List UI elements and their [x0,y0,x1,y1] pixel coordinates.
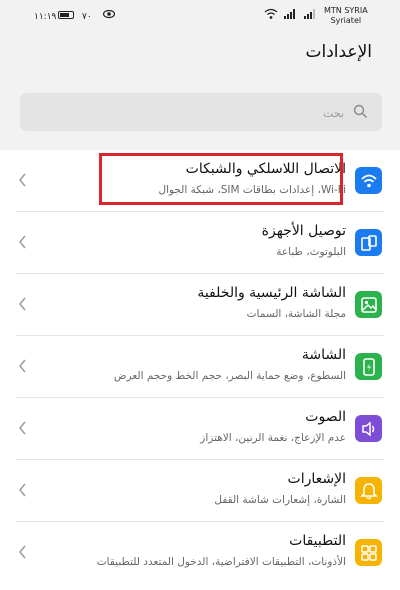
settings-item-subtitle: البلوتوث، طباعة [276,246,346,258]
bell-icon [355,477,382,504]
search-input[interactable] [42,102,346,124]
chevron-left-icon [18,420,27,439]
battery-percent: ٧٠ [82,12,92,22]
settings-item-subtitle: عدم الإزعاج، نغمة الرنين، الاهتزاز [200,432,346,444]
status-time: ١١:١٩ [34,12,57,22]
settings-item-subtitle: مجلة الشاشة، السمات [246,308,346,320]
wifi-icon [355,167,382,194]
sound-icon [355,415,382,442]
chevron-left-icon [18,234,27,253]
wallpaper-icon [355,291,382,318]
settings-item-subtitle: الأذونات، التطبيقات الافتراضية، الدخول ا… [96,556,346,568]
settings-item-display[interactable]: الشاشة السطوع، وضع حماية البصر، حجم الخط… [0,336,400,398]
settings-item-subtitle: الشارة، إشعارات شاشة القفل [214,494,346,506]
settings-item-title: الصوت [305,409,346,425]
eye-comfort-icon [102,9,116,22]
device-connection-icon [355,229,382,256]
settings-item-title: الإشعارات [287,471,346,487]
settings-list: الاتصال اللاسلكي والشبكات Wi-Fi، إعدادات… [0,150,400,590]
apps-icon [355,539,382,566]
settings-item-title: الشاشة الرئيسية والخلفية [197,285,346,301]
chevron-left-icon [18,482,27,501]
page-title: الإعدادات [305,42,372,62]
carrier-name-secondary: Syriatel [330,16,362,25]
settings-item-notifications[interactable]: الإشعارات الشارة، إشعارات شاشة القفل [0,460,400,522]
settings-item-wireless-networks[interactable]: الاتصال اللاسلكي والشبكات Wi-Fi، إعدادات… [0,150,400,212]
settings-item-title: الشاشة [301,347,346,363]
settings-item-sound[interactable]: الصوت عدم الإزعاج، نغمة الرنين، الاهتزاز [0,398,400,460]
display-icon [355,353,382,380]
chevron-left-icon [18,172,27,191]
chevron-left-icon [18,358,27,377]
carrier-name: MTN SYRIA [324,6,368,15]
settings-item-apps[interactable]: التطبيقات الأذونات، التطبيقات الافتراضية… [0,522,400,584]
status-bar: ١١:١٩ ٧٠ MTN SYRIA Syriatel [0,0,400,30]
carrier-label: MTN SYRIA Syriatel [324,6,368,26]
settings-item-home-screen-wallpaper[interactable]: الشاشة الرئيسية والخلفية مجلة الشاشة، ال… [0,274,400,336]
search-icon [353,104,368,123]
signal-strength-icon [304,9,316,22]
settings-item-title: التطبيقات [289,533,346,549]
chevron-left-icon [18,544,27,563]
highlight-box [99,153,343,205]
wifi-status-icon [264,8,278,23]
settings-item-device-connection[interactable]: توصيل الأجهزة البلوتوث، طباعة [0,212,400,274]
battery-icon [58,11,74,19]
settings-item-subtitle: السطوع، وضع حماية البصر، حجم الخط وحجم ا… [113,370,346,382]
search-bar[interactable] [20,93,382,131]
chevron-left-icon [18,296,27,315]
signal-strength-icon [284,9,296,22]
settings-item-title: توصيل الأجهزة [261,223,346,239]
